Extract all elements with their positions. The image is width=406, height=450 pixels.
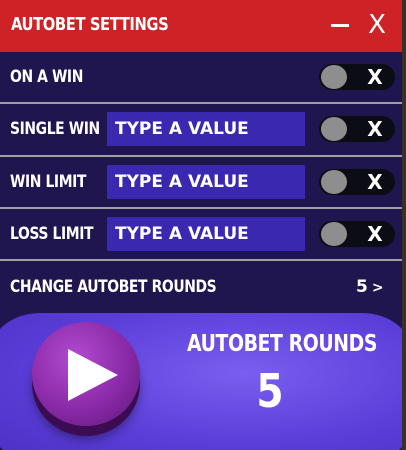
setting-label: SINGLE WIN [10, 119, 100, 139]
single-win-toggle[interactable]: X [319, 116, 395, 142]
setting-label: ON A WIN [10, 67, 83, 87]
toggle-off-icon: X [367, 65, 383, 89]
toggle-knob [321, 117, 347, 141]
loss-limit-toggle[interactable]: X [319, 221, 395, 247]
loss-limit-input[interactable] [107, 217, 305, 251]
toggle-knob [321, 65, 347, 89]
minimize-icon [331, 24, 349, 27]
change-rounds-value: 5 [356, 277, 368, 297]
toggle-off-icon: X [367, 117, 383, 141]
toggle-off-icon: X [367, 222, 383, 246]
autobet-rounds-title: AUTOBET ROUNDS [187, 331, 378, 357]
setting-label: LOSS LIMIT [10, 224, 94, 244]
toggle-knob [321, 222, 347, 246]
autobet-settings-panel: AUTOBET SETTINGS X ON A WIN X SINGLE WIN… [0, 0, 406, 450]
autobet-rounds-count: 5 [256, 364, 284, 418]
close-button[interactable]: X [364, 12, 390, 38]
play-icon [68, 349, 118, 401]
chevron-right-icon: > [371, 280, 384, 296]
setting-row-win-limit: WIN LIMIT X [0, 155, 402, 206]
setting-row-loss-limit: LOSS LIMIT X [0, 207, 402, 258]
minimize-button[interactable] [327, 12, 353, 38]
panel-title: AUTOBET SETTINGS [11, 14, 169, 35]
single-win-input[interactable] [107, 112, 305, 146]
change-autobet-rounds-button[interactable]: CHANGE AUTOBET ROUNDS 5 > [0, 259, 402, 311]
change-rounds-label: CHANGE AUTOBET ROUNDS [10, 277, 217, 297]
toggle-knob [321, 170, 347, 194]
change-rounds-value-group: 5 > [356, 277, 384, 297]
toggle-off-icon: X [367, 170, 383, 194]
win-limit-input[interactable] [107, 165, 305, 199]
close-icon: X [368, 10, 386, 40]
setting-row-on-a-win: ON A WIN X [0, 52, 402, 101]
start-autobet-button[interactable] [32, 322, 140, 426]
on-a-win-toggle[interactable]: X [319, 64, 395, 90]
win-limit-toggle[interactable]: X [319, 169, 395, 195]
title-bar: AUTOBET SETTINGS X [0, 0, 402, 52]
setting-label: WIN LIMIT [10, 172, 87, 192]
setting-row-single-win: SINGLE WIN X [0, 102, 402, 153]
